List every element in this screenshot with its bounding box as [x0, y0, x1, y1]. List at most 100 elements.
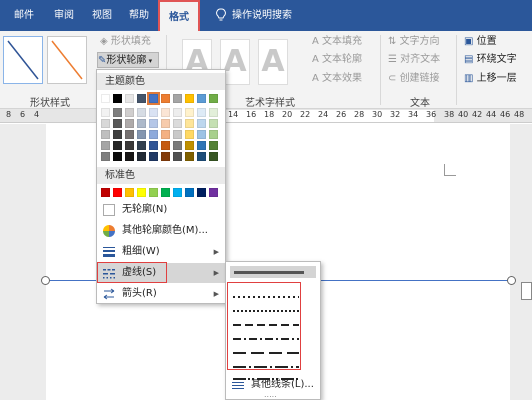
bring-forward-button[interactable]: ▥ 上移一层 — [464, 71, 517, 87]
theme-shade-swatch[interactable] — [137, 119, 146, 128]
theme-shade-swatch[interactable] — [173, 119, 182, 128]
theme-shade-swatch[interactable] — [113, 130, 122, 139]
text-effects-button[interactable]: A 文本效果 — [312, 71, 362, 87]
theme-shade-swatch[interactable] — [161, 108, 170, 117]
theme-color-swatch[interactable] — [147, 92, 160, 105]
theme-shade-swatch[interactable] — [173, 152, 182, 161]
theme-color-swatch[interactable] — [173, 94, 182, 103]
theme-shade-swatch[interactable] — [209, 108, 218, 117]
theme-shade-swatch[interactable] — [113, 108, 122, 117]
text-direction-button[interactable]: ⇅ 文字方向 — [388, 34, 440, 50]
text-outline-button[interactable]: A 文本轮廓 — [312, 52, 362, 68]
shape-style-thumb-1[interactable] — [3, 36, 43, 84]
more-outline-colors-item[interactable]: 其他轮廓颜色(M)... — [97, 221, 225, 241]
theme-shade-swatch[interactable] — [185, 119, 194, 128]
standard-color-swatch[interactable] — [101, 188, 110, 197]
theme-shade-swatch[interactable] — [197, 119, 206, 128]
theme-shade-swatch[interactable] — [161, 119, 170, 128]
theme-shade-swatch[interactable] — [149, 130, 158, 139]
theme-shade-swatch[interactable] — [113, 152, 122, 161]
shape-fill-button[interactable]: ◈ 形状填充 — [100, 34, 151, 50]
tab-format[interactable]: 格式 — [158, 0, 200, 31]
tab-view[interactable]: 视图 — [86, 0, 118, 31]
standard-color-swatch[interactable] — [197, 188, 206, 197]
tab-help[interactable]: 帮助 — [123, 0, 155, 31]
theme-shade-swatch[interactable] — [173, 108, 182, 117]
standard-color-swatch[interactable] — [161, 188, 170, 197]
theme-color-swatch[interactable] — [197, 94, 206, 103]
standard-color-swatch[interactable] — [173, 188, 182, 197]
theme-shade-swatch[interactable] — [197, 141, 206, 150]
no-outline-item[interactable]: 无轮廓(N) — [97, 200, 225, 220]
standard-color-swatch[interactable] — [137, 188, 146, 197]
theme-shade-swatch[interactable] — [113, 141, 122, 150]
tab-review[interactable]: 审阅 — [48, 0, 80, 31]
layout-options-icon[interactable] — [521, 282, 532, 300]
theme-shade-swatch[interactable] — [137, 108, 146, 117]
theme-shade-swatch[interactable] — [209, 141, 218, 150]
theme-shade-swatch[interactable] — [197, 130, 206, 139]
theme-color-swatch[interactable] — [101, 94, 110, 103]
wordart-style-3[interactable]: A — [258, 39, 288, 85]
tell-me-search[interactable]: 操作说明搜索 — [232, 0, 292, 31]
theme-shade-swatch[interactable] — [125, 119, 134, 128]
theme-shade-swatch[interactable] — [125, 108, 134, 117]
theme-shade-swatch[interactable] — [185, 108, 194, 117]
theme-shade-swatch[interactable] — [101, 152, 110, 161]
theme-shade-swatch[interactable] — [125, 130, 134, 139]
shape-style-thumb-2[interactable] — [47, 36, 87, 84]
theme-shade-swatch[interactable] — [173, 141, 182, 150]
theme-shade-swatch[interactable] — [197, 152, 206, 161]
create-link-button[interactable]: ⊂ 创建链接 — [388, 71, 440, 87]
theme-color-swatch[interactable] — [137, 94, 146, 103]
line-end-handle[interactable] — [507, 276, 516, 285]
theme-shade-swatch[interactable] — [197, 108, 206, 117]
theme-shade-swatch[interactable] — [185, 130, 194, 139]
align-text-button[interactable]: ☰ 对齐文本 — [388, 52, 440, 68]
standard-color-swatch[interactable] — [185, 188, 194, 197]
theme-color-swatch[interactable] — [185, 94, 194, 103]
text-fill-button[interactable]: A 文本填充 — [312, 34, 362, 50]
theme-shade-swatch[interactable] — [209, 119, 218, 128]
standard-color-swatch[interactable] — [209, 188, 218, 197]
standard-color-swatch[interactable] — [113, 188, 122, 197]
theme-shade-swatch[interactable] — [185, 152, 194, 161]
weight-item[interactable]: 粗细(W) ▶ — [97, 242, 225, 262]
ruler-number: 38 — [444, 110, 455, 119]
theme-shade-swatch[interactable] — [101, 141, 110, 150]
theme-color-swatch[interactable] — [209, 94, 218, 103]
theme-shade-swatch[interactable] — [137, 152, 146, 161]
theme-shade-swatch[interactable] — [161, 141, 170, 150]
theme-shade-swatch[interactable] — [125, 141, 134, 150]
theme-shade-swatch[interactable] — [149, 108, 158, 117]
theme-color-swatch[interactable] — [113, 94, 122, 103]
theme-color-swatch[interactable] — [161, 94, 170, 103]
theme-shade-swatch[interactable] — [149, 119, 158, 128]
dash-option-solid[interactable] — [230, 266, 316, 278]
line-start-handle[interactable] — [41, 276, 50, 285]
theme-shade-swatch[interactable] — [149, 141, 158, 150]
theme-shade-swatch[interactable] — [161, 130, 170, 139]
theme-shade-swatch[interactable] — [137, 130, 146, 139]
theme-shade-swatch[interactable] — [101, 108, 110, 117]
standard-color-swatch[interactable] — [149, 188, 158, 197]
theme-shade-swatch[interactable] — [149, 152, 158, 161]
theme-shade-swatch[interactable] — [101, 130, 110, 139]
theme-color-swatch[interactable] — [125, 94, 134, 103]
theme-shade-swatch[interactable] — [113, 119, 122, 128]
position-button[interactable]: ▣ 位置 — [464, 34, 497, 50]
shape-outline-button[interactable]: ✎形状轮廓 ▾ — [97, 52, 159, 68]
theme-shade-swatch[interactable] — [161, 152, 170, 161]
theme-shade-swatch[interactable] — [209, 152, 218, 161]
arrows-item[interactable]: 箭头(R) ▶ — [97, 284, 225, 304]
standard-color-swatch[interactable] — [125, 188, 134, 197]
theme-shade-swatch[interactable] — [209, 130, 218, 139]
theme-shade-swatch[interactable] — [137, 141, 146, 150]
theme-shade-swatch[interactable] — [101, 119, 110, 128]
tab-mailings[interactable]: 邮件 — [6, 0, 42, 31]
theme-shade-swatch[interactable] — [185, 141, 194, 150]
theme-shade-swatch[interactable] — [125, 152, 134, 161]
wrap-text-button[interactable]: ▤ 环绕文字 — [464, 52, 517, 68]
theme-shade-swatch[interactable] — [173, 130, 182, 139]
highlight-box — [227, 282, 301, 370]
